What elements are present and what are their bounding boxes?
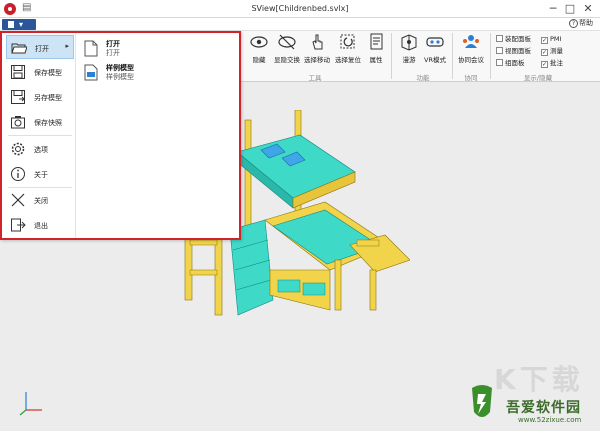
ribbon-separator: [490, 33, 491, 79]
checkbox-box: [496, 47, 503, 54]
properties-label: 属性: [369, 56, 383, 64]
vr-mode-label: VR模式: [424, 56, 446, 64]
submenu-arrow-icon: ▸: [65, 42, 69, 50]
menu-item-save-as-label: 另存模型: [34, 94, 62, 102]
watermark-url: www.52zixue.com: [518, 416, 582, 424]
ribbon-separator: [391, 33, 392, 79]
properties-icon: [370, 33, 383, 50]
hide-label: 隐藏: [252, 56, 266, 64]
annotation-label: 批注: [550, 59, 563, 67]
menu-item-open-label: 打开: [35, 45, 49, 53]
pmi-label: PMI: [550, 35, 562, 43]
help-label: 帮助: [579, 19, 593, 27]
save-icon: [11, 65, 25, 79]
chevron-down-icon: ▾: [19, 20, 24, 29]
group-panel-checkbox[interactable]: 组面板: [496, 58, 525, 68]
display-group-label: 显示/隐藏: [523, 74, 553, 82]
menu-item-save-model-label: 保存模型: [34, 69, 62, 77]
ribbon-tab-row: [0, 18, 600, 30]
select-reset-button[interactable]: 选择复位: [333, 33, 363, 69]
blank-document-icon: [84, 40, 98, 57]
vr-headset-icon: [426, 37, 444, 47]
meeting-label: 协同会议: [458, 56, 484, 64]
window-title: SView[Childrenbed.svlx]: [251, 4, 349, 13]
assembly-panel-label: 装配面板: [505, 35, 531, 43]
file-menu-button[interactable]: ▾: [2, 19, 36, 30]
toggle-visibility-label: 显隐交换: [274, 56, 300, 64]
select-move-label: 选择移动: [304, 56, 330, 64]
watermark-faint-text: K下载: [494, 363, 584, 396]
checkbox-box: [496, 35, 503, 42]
minimize-button[interactable]: ─: [545, 1, 561, 16]
file-menu-list: 打开 ▸ 保存模型 另存模型 保存快照 选项 关于 关闭 退出: [2, 33, 76, 238]
assembly-panel-checkbox[interactable]: 装配面板: [496, 34, 531, 44]
menu-item-close-label: 关闭: [34, 197, 48, 205]
toggle-visibility-button[interactable]: 显隐交换: [272, 33, 302, 69]
menu-item-options-label: 选项: [34, 146, 48, 154]
menu-item-options[interactable]: 选项: [6, 137, 74, 161]
ribbon-separator: [452, 33, 453, 79]
maximize-button[interactable]: □: [562, 1, 578, 16]
checkbox-box: [496, 59, 503, 66]
menu-item-save-snapshot[interactable]: 保存快照: [6, 110, 74, 134]
watermark-name: 吾爱软件园: [506, 400, 581, 416]
measure-label: 测量: [550, 47, 563, 55]
meeting-people-icon: [463, 35, 479, 48]
properties-button[interactable]: 属性: [361, 33, 391, 69]
menu-item-save-model[interactable]: 保存模型: [6, 60, 74, 84]
submenu-sample-models[interactable]: 样例模型 样例模型: [84, 62, 234, 88]
save-as-icon: [11, 90, 25, 104]
walkthrough-icon: [401, 34, 417, 51]
help-icon: ?: [569, 19, 578, 28]
axis-triad-icon: [19, 392, 42, 416]
menu-item-save-snapshot-label: 保存快照: [34, 119, 62, 127]
group-panel-label: 组面板: [505, 59, 525, 67]
file-document-icon: [8, 21, 14, 28]
close-x-icon: [11, 193, 25, 207]
info-icon: [11, 167, 25, 181]
eye-slash-icon: [278, 34, 296, 50]
camera-icon: [11, 116, 25, 129]
submenu-open-description: 打开: [106, 49, 120, 57]
eye-icon: [250, 36, 268, 48]
file-menu-panel: 打开 ▸ 保存模型 另存模型 保存快照 选项 关于 关闭 退出 打开 打开 样例…: [0, 31, 241, 240]
exit-icon: [11, 218, 26, 232]
submenu-open[interactable]: 打开 打开: [84, 38, 234, 64]
tools-group-label: 工具: [308, 74, 322, 82]
checkmark-icon: ✓: [541, 49, 548, 56]
menu-item-about[interactable]: 关于: [6, 162, 74, 186]
meeting-button[interactable]: 协同会议: [454, 33, 488, 69]
select-move-button[interactable]: 选择移动: [302, 33, 332, 69]
reset-select-icon: [340, 34, 355, 49]
submenu-sample-models-description: 样例模型: [106, 73, 134, 81]
hand-pointer-icon: [312, 34, 323, 50]
menu-item-exit-label: 退出: [34, 222, 48, 230]
menu-divider: [8, 135, 72, 136]
select-reset-label: 选择复位: [335, 56, 361, 64]
menu-item-close[interactable]: 关闭: [6, 188, 74, 212]
checkmark-icon: ✓: [541, 37, 548, 44]
measure-checkbox[interactable]: ✓ 测量: [541, 46, 563, 56]
watermark-logo-icon: [472, 385, 492, 417]
title-bar: ▤ SView[Childrenbed.svlx] ─ □ ✕: [0, 0, 600, 18]
annotation-checkbox[interactable]: ✓ 批注: [541, 58, 563, 68]
folder-open-icon: [11, 43, 27, 54]
function-group-label: 功能: [416, 74, 430, 82]
menu-item-save-as[interactable]: 另存模型: [6, 85, 74, 109]
close-window-button[interactable]: ✕: [580, 1, 596, 16]
hide-button[interactable]: 隐藏: [244, 33, 274, 69]
pmi-checkbox[interactable]: ✓ PMI: [541, 34, 561, 44]
checkmark-icon: ✓: [541, 61, 548, 68]
collaboration-group-label: 协同: [464, 74, 478, 82]
sample-model-icon: [84, 64, 98, 81]
vr-mode-button[interactable]: VR模式: [420, 33, 450, 69]
view-panel-checkbox[interactable]: 视图面板: [496, 46, 531, 56]
menu-item-about-label: 关于: [34, 171, 48, 179]
help-button[interactable]: ? 帮助: [569, 18, 593, 28]
view-panel-label: 视图面板: [505, 47, 531, 55]
gear-icon: [11, 142, 25, 156]
menu-item-exit[interactable]: 退出: [6, 213, 74, 237]
menu-item-open[interactable]: 打开 ▸: [6, 35, 74, 59]
